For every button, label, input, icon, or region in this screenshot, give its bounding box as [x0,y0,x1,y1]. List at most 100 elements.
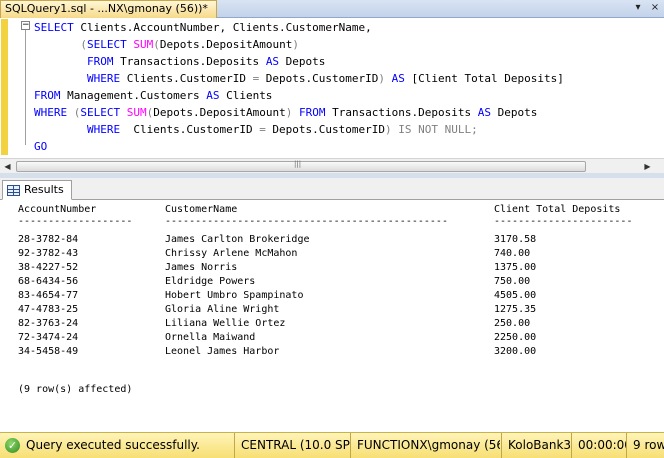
cell-customer-name: Gloria Aline Wright [165,304,280,315]
status-elapsed-time: 00:00:00 [571,433,626,458]
scroll-right-arrow-icon[interactable]: ▶ [642,161,653,172]
code-token: Transactions.Deposits [113,55,266,68]
rows-affected-message: (9 row(s) affected) [18,384,133,395]
cell-client-total-deposits: 740.00 [494,248,531,259]
code-token: Transactions.Deposits [325,106,478,119]
status-database: KoloBank3 [501,433,571,458]
code-token: Depots [491,106,538,119]
cell-account-number: 68-6434-56 [18,276,79,287]
cell-client-total-deposits: 3200.00 [494,346,537,357]
cell-customer-name: Ornella Maiwand [165,332,256,343]
code-token: ( [153,38,160,51]
unsaved-change-marker [1,19,8,138]
code-token: WHERE [34,106,68,119]
cell-account-number: 83-4654-77 [18,290,79,301]
collapse-icon[interactable]: − [21,21,30,30]
code-line[interactable]: WHERE Clients.CustomerID = Depots.Custom… [34,121,564,138]
tab-results[interactable]: Results [2,180,72,200]
cell-customer-name: Hobert Umbro Spampinato [165,290,304,301]
cell-customer-name: Leonel James Harbor [165,346,280,357]
code-line[interactable]: GO [34,138,564,155]
change-gutter [0,18,8,158]
code-token: Depots.CustomerID [259,72,379,85]
code-token: SELECT [80,106,121,119]
code-line[interactable]: FROM Management.Customers AS Clients [34,87,564,104]
query-editor[interactable]: − SELECT Clients.AccountNumber, Clients.… [0,18,664,158]
tab-pin-icon[interactable]: ▾ [631,2,645,15]
status-message: Query executed successfully. [26,438,200,452]
code-token: [Client Total Deposits] [404,72,564,85]
cell-account-number: 28-3782-84 [18,234,79,245]
code-token: WHERE [86,72,121,85]
code-token: FROM [34,89,61,102]
code-line[interactable]: WHERE (SELECT SUM(Depots.DepositAmount) … [34,104,564,121]
sql-code[interactable]: SELECT Clients.AccountNumber, Clients.Cu… [34,19,564,155]
tab-sqlquery1[interactable]: SQLQuery1.sql - ...NX\gmonay (56))* [0,0,217,18]
code-line[interactable]: WHERE Clients.CustomerID = Depots.Custom… [34,70,564,87]
code-token: SELECT [86,38,127,51]
code-line[interactable]: (SELECT SUM(Depots.DepositAmount) [34,36,564,53]
code-token: Depots [279,55,326,68]
column-separator: ------------------- [18,216,133,227]
cell-account-number: 82-3763-24 [18,318,79,329]
status-bar: ✓ Query executed successfully. CENTRAL (… [0,432,664,458]
code-token: AS [477,106,492,119]
code-token: Clients.CustomerID [120,72,253,85]
cell-client-total-deposits: 1375.00 [494,262,537,273]
code-token: AS [391,72,405,85]
cell-client-total-deposits: 250.00 [494,318,531,329]
cell-account-number: 92-3782-43 [18,248,79,259]
code-token: Clients.CustomerID [120,123,260,136]
cell-account-number: 72-3474-24 [18,332,79,343]
code-token: FROM [298,106,326,119]
editor-horizontal-scrollbar[interactable]: ◀ ||| ▶ [0,158,664,173]
code-token: FROM [86,55,114,68]
results-pane: AccountNumber CustomerName Client Total … [0,200,664,430]
code-token: = [259,123,266,136]
code-token: Depots.CustomerID [265,123,386,136]
code-token: ) [385,123,392,136]
status-user: FUNCTIONX\gmonay (56) [350,433,500,458]
code-token: Depots.DepositAmount [153,106,286,119]
code-token: GO [34,140,48,153]
code-token: Clients.AccountNumber, Clients.CustomerN… [73,21,372,34]
code-token: SUM [126,106,147,119]
cell-customer-name: Eldridge Powers [165,276,256,287]
code-token: AS [265,55,280,68]
cell-account-number: 38-4227-52 [18,262,79,273]
grip-icon: ||| [294,160,302,168]
code-token: ( [80,38,87,51]
code-token: WHERE [86,123,121,136]
code-token: IS NOT NULL [398,123,472,136]
cell-client-total-deposits: 1275.35 [494,304,537,315]
cell-customer-name: James Norris [165,262,238,273]
code-token: SELECT [34,21,74,34]
code-token: ) [292,38,299,51]
code-line[interactable]: SELECT Clients.AccountNumber, Clients.Cu… [34,19,564,36]
cell-client-total-deposits: 4505.00 [494,290,537,301]
results-grid-icon [7,185,20,196]
cell-client-total-deposits: 3170.58 [494,234,537,245]
outline-line [25,27,26,145]
cell-customer-name: James Carlton Brokeridge [165,234,310,245]
cell-customer-name: Liliana Wellie Ortez [165,318,286,329]
unsaved-change-marker [1,138,8,155]
cell-client-total-deposits: 750.00 [494,276,531,287]
document-tab-strip: SQLQuery1.sql - ...NX\gmonay (56))* ▾ × [0,0,664,18]
status-server: CENTRAL (10.0 SP2) [234,433,350,458]
code-line[interactable]: FROM Transactions.Deposits AS Depots [34,53,564,70]
results-tab-bar: Results [0,178,664,200]
code-token: Clients [219,89,273,102]
close-icon[interactable]: × [648,2,662,15]
scroll-left-arrow-icon[interactable]: ◀ [2,161,13,172]
success-check-icon: ✓ [5,438,20,453]
code-token: SUM [133,38,154,51]
